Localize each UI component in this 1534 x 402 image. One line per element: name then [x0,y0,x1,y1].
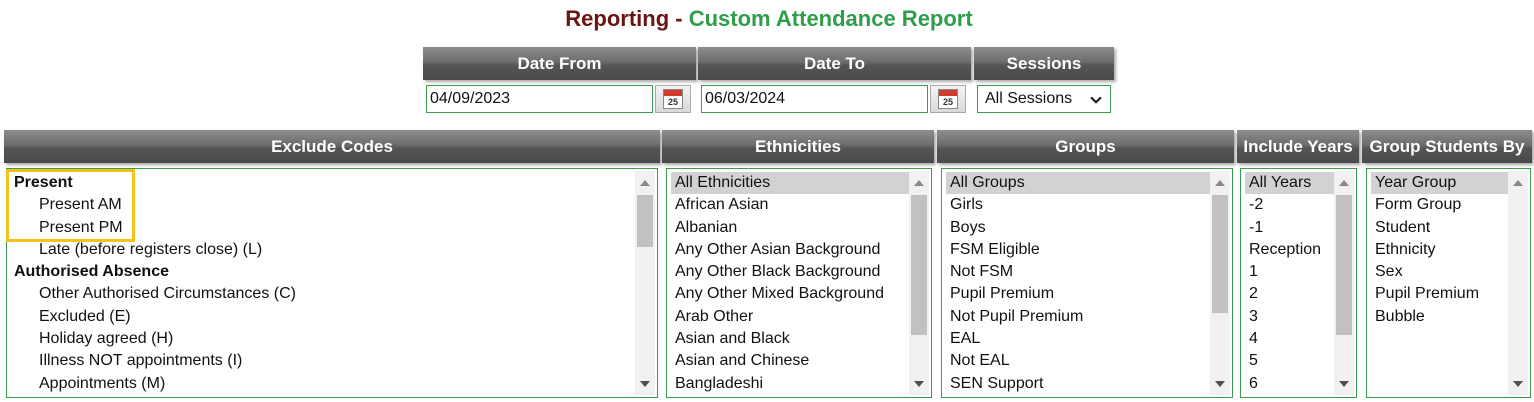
include-years-option-1[interactable]: 1 [1245,261,1334,283]
group-students-by-option-pupil-premium[interactable]: Pupil Premium [1371,283,1508,305]
group-students-by-header: Group Students By [1362,130,1532,163]
exclude-codes-option-illness-not-appointments-i[interactable]: Illness NOT appointments (I) [11,350,635,372]
group-students-by-option-sex[interactable]: Sex [1371,261,1508,283]
ethnicities-option-any-other-asian-background[interactable]: Any Other Asian Background [671,239,909,261]
scroll-down-icon[interactable] [1513,381,1523,387]
group-students-by-list[interactable]: Year Group Form Group Student Ethnicity Sex P… [1366,168,1531,398]
groups-scrollbar[interactable] [1210,171,1230,395]
groups-option-fsm-eligible[interactable]: FSM Eligible [946,239,1210,261]
exclude-codes-option-excluded-e[interactable]: Excluded (E) [11,306,635,328]
scroll-up-icon[interactable] [1339,180,1349,186]
groups-option-boys[interactable]: Boys [946,217,1210,239]
exclude-codes-option-holiday-agreed-h[interactable]: Holiday agreed (H) [11,328,635,350]
date-from-input[interactable]: 04/09/2023 [426,85,653,113]
exclude-codes-option-other-authorised-circumstances-c[interactable]: Other Authorised Circumstances (C) [11,283,635,305]
groups-option-not-eal[interactable]: Not EAL [946,350,1210,372]
page-title-prefix: Reporting - [565,6,689,31]
page-title-main: Custom Attendance Report [688,6,973,31]
sessions-header: Sessions [974,47,1114,80]
include-years-option-2[interactable]: 2 [1245,283,1334,305]
ethnicities-option-arab-other[interactable]: Arab Other [671,306,909,328]
group-students-by-option-bubble[interactable]: Bubble [1371,306,1508,328]
include-years-option-4[interactable]: 4 [1245,328,1334,350]
scroll-up-icon[interactable] [1513,180,1523,186]
scroll-down-icon[interactable] [640,381,650,387]
chevron-down-icon [1090,92,1102,104]
groups-option-sen-support[interactable]: SEN Support [946,373,1210,395]
groups-option-eal[interactable]: EAL [946,328,1210,350]
page-title: Reporting - Custom Attendance Report [0,6,1534,32]
highlight-box [6,169,135,242]
scroll-up-icon[interactable] [640,180,650,186]
group-students-by-scrollbar[interactable] [1508,171,1528,395]
ethnicities-scrollbar[interactable] [909,171,929,395]
groups-option-girls[interactable]: Girls [946,194,1210,216]
date-from-header: Date From [423,47,696,80]
include-years-option-reception[interactable]: Reception [1245,239,1334,261]
include-years-option-6[interactable]: 6 [1245,373,1334,395]
group-students-by-option-form-group[interactable]: Form Group [1371,194,1508,216]
calendar-icon: 25 [663,89,683,109]
scroll-down-icon[interactable] [1215,381,1225,387]
date-to-input[interactable]: 06/03/2024 [701,85,928,113]
scroll-thumb[interactable] [637,195,653,247]
ethnicities-option-bangladeshi[interactable]: Bangladeshi [671,373,909,395]
sessions-select-value: All Sessions [985,90,1073,107]
ethnicities-option-albanian[interactable]: Albanian [671,217,909,239]
group-students-by-option-ethnicity[interactable]: Ethnicity [1371,239,1508,261]
scroll-thumb[interactable] [1212,195,1228,313]
groups-option-not-pupil-premium[interactable]: Not Pupil Premium [946,306,1210,328]
scroll-down-icon[interactable] [914,381,924,387]
scroll-thumb[interactable] [911,195,927,335]
include-years-header: Include Years [1237,130,1359,163]
date-to-calendar-button[interactable]: 25 [930,85,966,113]
date-to-header: Date To [698,47,971,80]
ethnicities-option-asian-and-black[interactable]: Asian and Black [671,328,909,350]
include-years-list[interactable]: All Years -2 -1 Reception 1 2 3 4 5 6 [1240,168,1357,398]
ethnicities-option-any-other-black-background[interactable]: Any Other Black Background [671,261,909,283]
calendar-icon: 25 [938,89,958,109]
exclude-codes-option-late-before-registers-close-l[interactable]: Late (before registers close) (L) [11,239,635,261]
include-years-scrollbar[interactable] [1334,171,1354,395]
exclude-codes-scrollbar[interactable] [635,171,655,395]
groups-option-all-groups[interactable]: All Groups [946,172,1210,195]
scroll-down-icon[interactable] [1339,381,1349,387]
include-years-option-all-years[interactable]: All Years [1245,172,1334,195]
exclude-codes-group-authorised-absence: Authorised Absence [14,263,169,281]
include-years-option-2[interactable]: -2 [1245,194,1334,216]
groups-option-not-fsm[interactable]: Not FSM [946,261,1210,283]
ethnicities-option-all-ethnicities[interactable]: All Ethnicities [671,172,909,195]
ethnicities-option-any-other-mixed-background[interactable]: Any Other Mixed Background [671,283,909,305]
group-students-by-option-year-group[interactable]: Year Group [1371,172,1508,195]
groups-header: Groups [937,130,1234,163]
ethnicities-option-african-asian[interactable]: African Asian [671,194,909,216]
exclude-codes-option-appointments-m[interactable]: Appointments (M) [11,373,635,395]
group-students-by-option-student[interactable]: Student [1371,217,1508,239]
sessions-select[interactable]: All Sessions [977,85,1111,113]
scroll-up-icon[interactable] [1215,180,1225,186]
groups-option-pupil-premium[interactable]: Pupil Premium [946,283,1210,305]
ethnicities-list[interactable]: All Ethnicities African Asian Albanian Any … [666,168,932,398]
ethnicities-header: Ethnicities [662,130,934,163]
ethnicities-option-asian-and-chinese[interactable]: Asian and Chinese [671,350,909,372]
include-years-option-3[interactable]: 3 [1245,306,1334,328]
include-years-option-1[interactable]: -1 [1245,217,1334,239]
scroll-thumb[interactable] [1336,195,1352,335]
exclude-codes-header: Exclude Codes [4,130,660,163]
include-years-option-5[interactable]: 5 [1245,350,1334,372]
groups-list[interactable]: All Groups Girls Boys FSM Eligible Not FSM Pu… [941,168,1233,398]
scroll-up-icon[interactable] [914,180,924,186]
date-from-calendar-button[interactable]: 25 [655,85,691,113]
